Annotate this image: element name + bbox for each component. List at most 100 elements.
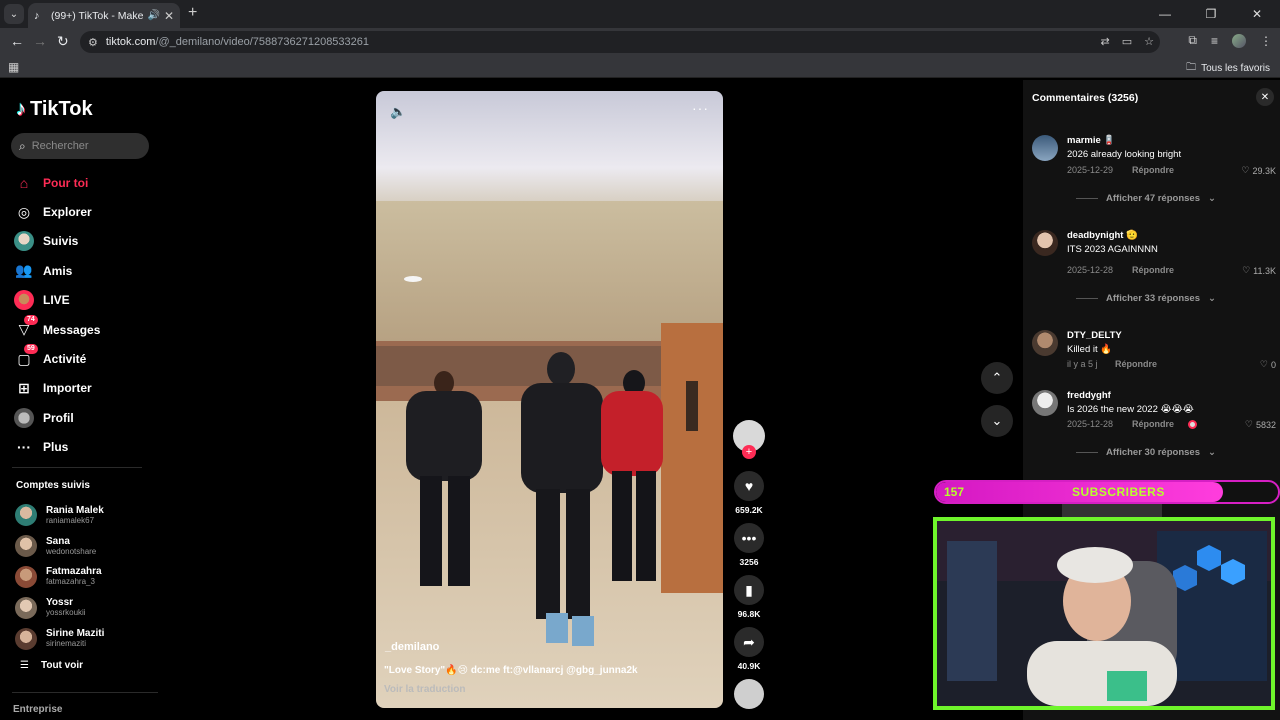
activity-badge: 59	[24, 344, 38, 355]
bookmark-icon: ▮	[734, 575, 764, 605]
comment-like-button[interactable]: ♡ 29.3K	[1241, 165, 1276, 176]
restore-button[interactable]: ❐	[1188, 0, 1234, 28]
following-item[interactable]: Fatmazahra fatmazahra_3	[15, 562, 155, 593]
comment-user[interactable]: DTY_DELTY	[1067, 330, 1122, 341]
minimize-button[interactable]: —	[1142, 0, 1188, 28]
volume-icon[interactable]: 🔈	[390, 104, 406, 120]
reply-button[interactable]: Répondre	[1132, 265, 1174, 275]
following-username: yossrkoukii	[46, 608, 86, 618]
avatar[interactable]	[1032, 330, 1058, 356]
video-author[interactable]: _demilano	[385, 641, 439, 653]
extensions-area: ⧉ ≡ ⋮	[1188, 33, 1272, 48]
all-bookmarks-button[interactable]: 🗀 Tous les favoris	[1186, 60, 1270, 77]
browser-tab-bar: ⌄ ♪ (99+) TikTok - Make Your Da 🔊 ✕ + — …	[0, 0, 1280, 28]
avatar[interactable]	[1032, 135, 1058, 161]
url-path: /@_demilano/video/7588736271208533261	[155, 36, 370, 48]
nav-item-messages[interactable]: ▽ 74 Messages	[14, 314, 154, 344]
footer-link[interactable]: Entreprise	[13, 704, 62, 715]
following-name: Rania Malek	[46, 504, 104, 516]
divider	[12, 467, 142, 468]
comment-like-button[interactable]: ♡ 5832	[1245, 419, 1276, 430]
share-button[interactable]: ➦ 40.9K	[733, 627, 765, 671]
comment-button[interactable]: ••• 3256	[733, 523, 765, 567]
previous-video-button[interactable]: ⌃	[981, 362, 1013, 394]
back-arrow-icon[interactable]: ←	[10, 33, 24, 49]
browser-tab[interactable]: ♪ (99+) TikTok - Make Your Da 🔊 ✕	[28, 3, 180, 28]
tiktok-logo[interactable]: ♪ TikTok	[16, 98, 93, 121]
comment-like-button[interactable]: ♡ 0	[1260, 359, 1276, 370]
tab-search-button[interactable]: ⌄	[4, 4, 24, 24]
comment-like-count: 29.3K	[1252, 165, 1276, 176]
comment-like-button[interactable]: ♡ 11.3K	[1242, 265, 1276, 276]
close-icon[interactable]: ✕	[1256, 88, 1274, 106]
site-info-icon[interactable]: ⚙	[88, 36, 98, 49]
next-video-button[interactable]: ⌄	[981, 405, 1013, 437]
following-item[interactable]: Sirine Maziti sirinemaziti	[15, 623, 155, 654]
list-icon: ☰	[20, 660, 29, 671]
url-field[interactable]: ⚙ tiktok.com/@_demilano/video/7588736271…	[80, 31, 1160, 53]
view-replies-label: Afficher 33 réponses	[1106, 293, 1200, 304]
tab-audio-icon[interactable]: 🔊	[147, 10, 159, 21]
music-disc[interactable]	[733, 679, 765, 709]
nav-label: Messages	[43, 322, 101, 337]
comment-item: DTY_DELTY Killed it 🔥 il y a 5 j Répondr…	[1032, 330, 1276, 370]
following-item[interactable]: Sana wedonotshare	[15, 531, 155, 562]
search-input[interactable]: ⌕ Rechercher	[11, 133, 149, 159]
comment-user[interactable]: marmie 🪫	[1067, 135, 1115, 146]
comment-user[interactable]: freddyghf	[1067, 390, 1111, 401]
nav-item-activite[interactable]: ▢ 59 Activité	[14, 344, 154, 373]
comment-date: 2025-12-29	[1067, 165, 1114, 175]
cast-icon[interactable]: ▭	[1122, 35, 1132, 48]
following-item[interactable]: Yossr yossrkoukii	[15, 592, 155, 623]
reply-button[interactable]: Répondre	[1132, 419, 1174, 429]
following-name: Fatmazahra	[46, 566, 102, 578]
translate-link[interactable]: Voir la traduction	[384, 684, 466, 695]
see-all-button[interactable]: ☰ Tout voir	[20, 660, 83, 671]
save-count: 96.8K	[737, 609, 761, 619]
comment-item: deadbynight 🫡 ITS 2023 AGAINNNN 2025-12-…	[1032, 230, 1276, 304]
following-item[interactable]: Rania Malek raniamalek67	[15, 500, 155, 531]
profile-avatar[interactable]	[1232, 33, 1246, 48]
nav-item-amis[interactable]: 👥 Amis	[14, 256, 154, 285]
translate-icon[interactable]: ⇄	[1101, 35, 1110, 48]
extensions-icon[interactable]: ⧉	[1188, 33, 1197, 48]
forward-arrow-icon[interactable]: →	[33, 33, 47, 49]
video-player[interactable]: 🔈 ··· _demilano "Love Story"🔥😢 dc:me ft:…	[376, 91, 723, 708]
reload-icon[interactable]: ↻	[57, 33, 69, 50]
following-username: sirinemaziti	[46, 639, 87, 649]
nav-item-plus[interactable]: ··· Plus	[14, 433, 154, 462]
close-window-button[interactable]: ✕	[1234, 0, 1280, 28]
view-replies-button[interactable]: Afficher 47 réponses ⌄	[1076, 193, 1216, 204]
more-options-icon[interactable]: ···	[692, 100, 709, 116]
nav-item-profil[interactable]: Profil	[14, 403, 154, 432]
follow-plus-icon[interactable]: +	[742, 445, 756, 459]
nav-item-live[interactable]: LIVE	[14, 286, 154, 315]
nav-item-explorer[interactable]: ◎ Explorer	[14, 197, 154, 226]
sidebar: ♪ TikTok ⌕ Rechercher ⌂ Pour toi ◎ Explo…	[0, 80, 160, 720]
comment-user[interactable]: deadbynight 🫡	[1067, 230, 1138, 241]
view-replies-button[interactable]: Afficher 30 réponses ⌄	[1076, 447, 1216, 458]
tab-close-icon[interactable]: ✕	[164, 9, 174, 23]
reply-button[interactable]: Répondre	[1132, 165, 1174, 175]
streamer-webcam	[933, 517, 1275, 710]
nav-item-importer[interactable]: ⊞ Importer	[14, 374, 154, 403]
view-replies-button[interactable]: Afficher 33 réponses ⌄	[1076, 293, 1216, 304]
folder-icon: 🗀	[1186, 62, 1197, 73]
avatar[interactable]	[1032, 230, 1058, 256]
nav-item-suivis[interactable]: Suivis	[14, 227, 154, 256]
omnibox-actions: ⇄ ▭ ☆	[1101, 35, 1155, 48]
apps-grid-icon[interactable]: ▦	[8, 60, 19, 74]
like-button[interactable]: ♥ 659.2K	[733, 471, 765, 515]
avatar	[15, 627, 37, 650]
comment-like-count: 11.3K	[1253, 265, 1276, 276]
nav-item-pour-toi[interactable]: ⌂ Pour toi	[14, 168, 154, 197]
new-tab-button[interactable]: +	[188, 4, 197, 22]
bookmark-star-icon[interactable]: ☆	[1144, 35, 1154, 48]
heart-icon: ♥	[734, 471, 764, 501]
reply-button[interactable]: Répondre	[1115, 359, 1157, 369]
creator-avatar[interactable]: +	[733, 420, 765, 459]
save-button[interactable]: ▮ 96.8K	[733, 575, 765, 619]
avatar[interactable]	[1032, 390, 1058, 416]
menu-icon[interactable]: ⋮	[1260, 34, 1272, 48]
media-controls-icon[interactable]: ≡	[1211, 34, 1218, 48]
